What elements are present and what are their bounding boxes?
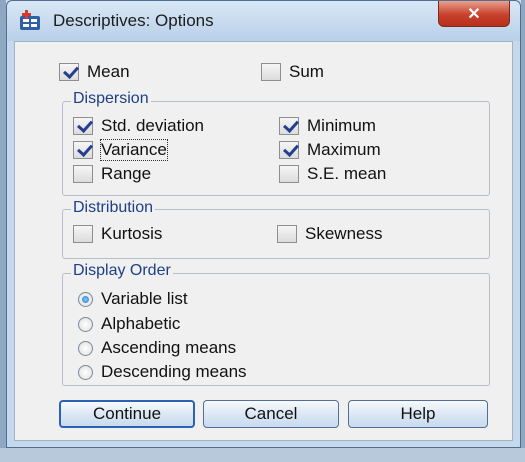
background-bottom <box>0 448 525 462</box>
cancel-button[interactable]: Cancel <box>203 400 339 428</box>
continue-button[interactable]: Continue <box>59 400 195 428</box>
checkbox-box[interactable] <box>279 117 299 135</box>
checkbox-box[interactable] <box>279 141 299 159</box>
range-checkbox[interactable]: Range <box>73 164 151 184</box>
minimum-label: Minimum <box>307 116 376 135</box>
dispersion-title: Dispersion <box>71 90 151 108</box>
skewness-checkbox[interactable]: Skewness <box>277 224 382 244</box>
title-bar[interactable]: Descriptives: Options ✕ <box>7 1 520 41</box>
std-deviation-label: Std. deviation <box>101 116 205 135</box>
checkbox-box[interactable] <box>279 165 299 183</box>
mean-checkbox[interactable]: Mean <box>59 62 130 82</box>
descending-means-label: Descending means <box>101 362 247 381</box>
se-mean-label: S.E. mean <box>307 164 387 183</box>
checkbox-box[interactable] <box>73 141 93 159</box>
range-label: Range <box>101 164 152 183</box>
radio-circle[interactable] <box>78 340 93 356</box>
std-deviation-checkbox[interactable]: Std. deviation <box>73 116 204 136</box>
display-order-title: Display Order <box>71 262 173 280</box>
variance-label: Variance <box>100 139 168 161</box>
checkbox-box[interactable] <box>73 165 93 183</box>
distribution-title: Distribution <box>71 199 156 217</box>
dialog-body: Mean Sum Dispersion Std. deviation Minim… <box>14 41 513 441</box>
radio-circle[interactable] <box>78 316 93 332</box>
descending-means-radio[interactable]: Descending means <box>78 362 247 382</box>
maximum-checkbox[interactable]: Maximum <box>279 140 381 160</box>
checkbox-box[interactable] <box>73 117 93 135</box>
alphabetic-label: Alphabetic <box>101 314 181 333</box>
radio-circle[interactable] <box>78 291 93 307</box>
radio-circle[interactable] <box>78 364 93 380</box>
mean-label: Mean <box>87 62 130 81</box>
checkbox-box[interactable] <box>73 225 93 243</box>
minimum-checkbox[interactable]: Minimum <box>279 116 376 136</box>
dialog-window: Descriptives: Options ✕ Mean Sum Dispers… <box>6 0 521 448</box>
ascending-means-radio[interactable]: Ascending means <box>78 338 236 358</box>
kurtosis-label: Kurtosis <box>101 224 163 243</box>
help-button[interactable]: Help <box>348 400 488 428</box>
sum-checkbox[interactable]: Sum <box>261 62 324 82</box>
checkbox-box[interactable] <box>59 63 79 81</box>
background-right <box>521 0 525 462</box>
checkbox-box[interactable] <box>261 63 281 81</box>
window-title: Descriptives: Options <box>53 11 214 30</box>
checkbox-box[interactable] <box>277 225 297 243</box>
maximum-label: Maximum <box>307 140 381 159</box>
variance-checkbox[interactable]: Variance <box>73 139 168 161</box>
ascending-means-label: Ascending means <box>101 338 237 357</box>
variable-list-label: Variable list <box>101 289 188 308</box>
kurtosis-checkbox[interactable]: Kurtosis <box>73 224 162 244</box>
spss-descriptives-icon <box>19 10 43 32</box>
se-mean-checkbox[interactable]: S.E. mean <box>279 164 386 184</box>
sum-label: Sum <box>289 62 324 81</box>
skewness-label: Skewness <box>305 224 383 243</box>
variable-list-radio[interactable]: Variable list <box>78 289 188 309</box>
close-icon: ✕ <box>467 5 481 23</box>
close-button[interactable]: ✕ <box>438 1 510 27</box>
alphabetic-radio[interactable]: Alphabetic <box>78 314 180 334</box>
